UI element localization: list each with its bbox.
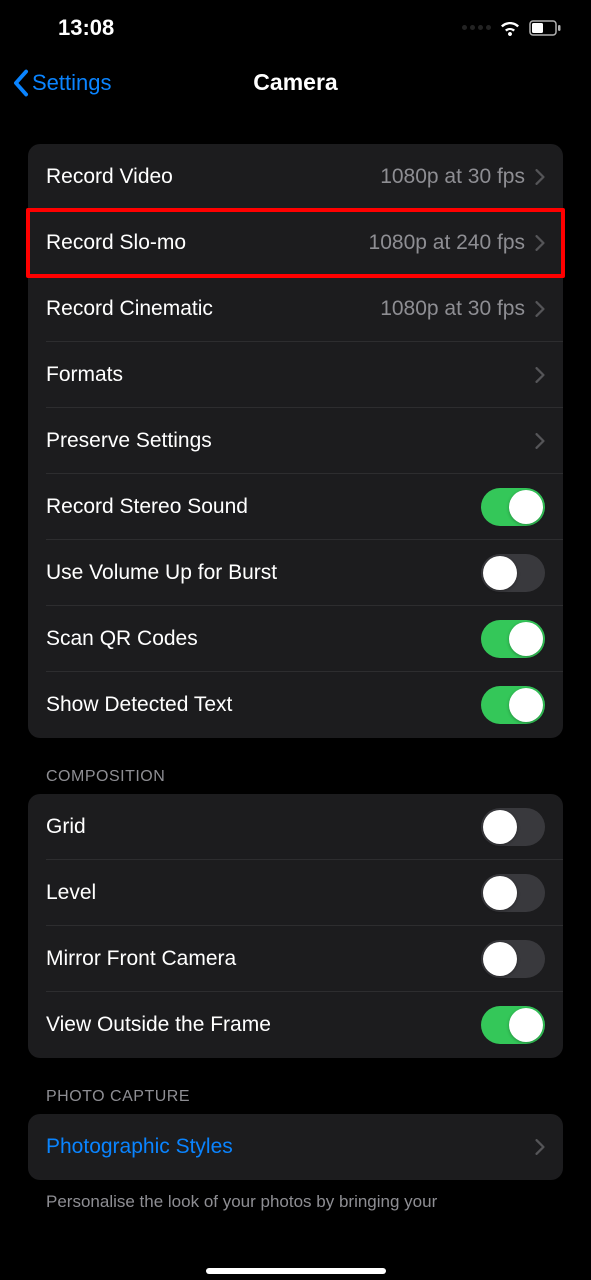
- settings-group-1: Record Video 1080p at 30 fps Record Slo-…: [28, 144, 563, 738]
- row-preserve-settings[interactable]: Preserve Settings: [28, 408, 563, 474]
- cellular-dots-icon: [462, 25, 491, 30]
- row-view-outside[interactable]: View Outside the Frame: [28, 992, 563, 1058]
- settings-group-2: Grid Level Mirror Front Camera View Outs…: [28, 794, 563, 1058]
- row-grid[interactable]: Grid: [28, 794, 563, 860]
- status-right: [462, 19, 561, 37]
- row-record-slomo[interactable]: Record Slo-mo 1080p at 240 fps: [28, 210, 563, 276]
- toggle-grid[interactable]: [481, 808, 545, 846]
- chevron-left-icon: [12, 69, 30, 97]
- back-button[interactable]: Settings: [12, 69, 112, 97]
- toggle-mirror-front[interactable]: [481, 940, 545, 978]
- row-formats[interactable]: Formats: [28, 342, 563, 408]
- content: Record Video 1080p at 30 fps Record Slo-…: [0, 144, 591, 1212]
- row-value: 1080p at 240 fps: [369, 231, 525, 255]
- row-label: Preserve Settings: [46, 429, 212, 453]
- section-header-photo-capture: PHOTO CAPTURE: [46, 1088, 563, 1106]
- back-label: Settings: [32, 70, 112, 96]
- row-label: View Outside the Frame: [46, 1013, 271, 1037]
- toggle-view-outside[interactable]: [481, 1006, 545, 1044]
- row-mirror-front[interactable]: Mirror Front Camera: [28, 926, 563, 992]
- row-label: Record Slo-mo: [46, 231, 186, 255]
- page-title: Camera: [253, 69, 337, 96]
- row-record-video[interactable]: Record Video 1080p at 30 fps: [28, 144, 563, 210]
- row-photographic-styles[interactable]: Photographic Styles: [28, 1114, 563, 1180]
- status-bar: 13:08: [0, 0, 591, 55]
- nav-bar: Settings Camera: [0, 55, 591, 110]
- chevron-right-icon: [535, 367, 545, 383]
- section-header-composition: COMPOSITION: [46, 768, 563, 786]
- status-time: 13:08: [58, 15, 114, 41]
- row-label: Show Detected Text: [46, 693, 232, 717]
- row-volume-burst[interactable]: Use Volume Up for Burst: [28, 540, 563, 606]
- row-label: Grid: [46, 815, 86, 839]
- row-label: Scan QR Codes: [46, 627, 198, 651]
- footer-text: Personalise the look of your photos by b…: [46, 1192, 545, 1212]
- row-label: Mirror Front Camera: [46, 947, 236, 971]
- row-scan-qr[interactable]: Scan QR Codes: [28, 606, 563, 672]
- row-label: Record Video: [46, 165, 173, 189]
- battery-icon: [529, 20, 561, 36]
- row-label: Formats: [46, 363, 123, 387]
- row-value: 1080p at 30 fps: [380, 297, 525, 321]
- chevron-right-icon: [535, 301, 545, 317]
- wifi-icon: [499, 19, 521, 37]
- toggle-scan-qr[interactable]: [481, 620, 545, 658]
- row-record-stereo[interactable]: Record Stereo Sound: [28, 474, 563, 540]
- toggle-record-stereo[interactable]: [481, 488, 545, 526]
- row-label: Record Stereo Sound: [46, 495, 248, 519]
- row-detected-text[interactable]: Show Detected Text: [28, 672, 563, 738]
- chevron-right-icon: [535, 433, 545, 449]
- row-label: Photographic Styles: [46, 1135, 233, 1159]
- chevron-right-icon: [535, 1139, 545, 1155]
- row-record-cinematic[interactable]: Record Cinematic 1080p at 30 fps: [28, 276, 563, 342]
- toggle-volume-burst[interactable]: [481, 554, 545, 592]
- row-label: Level: [46, 881, 96, 905]
- chevron-right-icon: [535, 235, 545, 251]
- toggle-level[interactable]: [481, 874, 545, 912]
- toggle-detected-text[interactable]: [481, 686, 545, 724]
- home-indicator[interactable]: [206, 1268, 386, 1274]
- chevron-right-icon: [535, 169, 545, 185]
- row-value: 1080p at 30 fps: [380, 165, 525, 189]
- row-label: Record Cinematic: [46, 297, 213, 321]
- row-level[interactable]: Level: [28, 860, 563, 926]
- row-label: Use Volume Up for Burst: [46, 561, 277, 585]
- settings-group-3: Photographic Styles: [28, 1114, 563, 1180]
